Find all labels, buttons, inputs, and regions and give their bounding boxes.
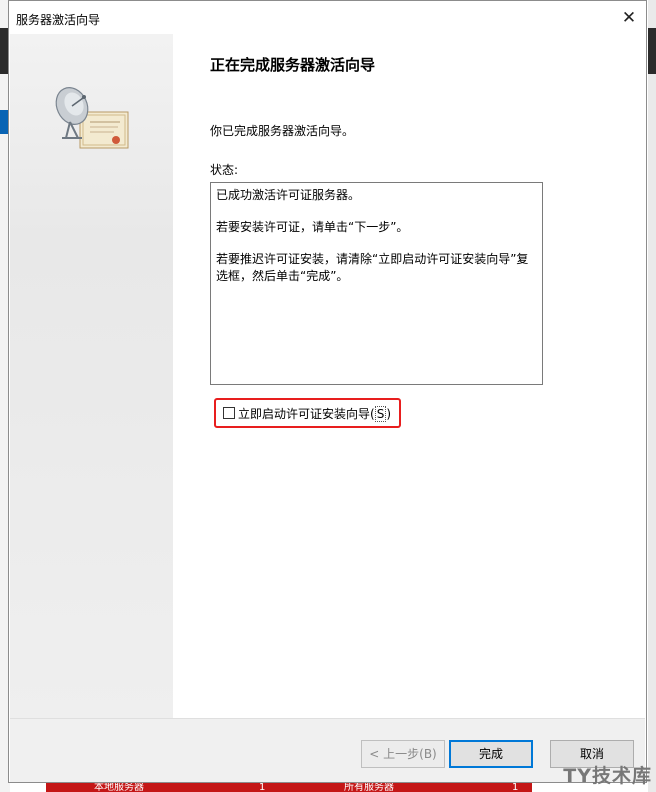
activation-wizard-dialog: 服务器激活向导 ✕ 正在完成服务器激活向导 你已完成服务器激活向导。 状态: 已… — [8, 0, 647, 783]
button-bar: < 上一步(B) 完成 取消 — [10, 718, 645, 782]
status-line: 已成功激活许可证服务器。 — [216, 188, 361, 202]
finish-button[interactable]: 完成 — [449, 740, 533, 768]
background-app-right — [648, 0, 656, 792]
start-license-install-label[interactable]: 立即启动许可证安装向导(S) — [238, 405, 391, 422]
window-title: 服务器激活向导 — [16, 13, 101, 27]
back-button[interactable]: < 上一步(B) — [361, 740, 445, 768]
page-heading: 正在完成服务器激活向导 — [210, 56, 376, 74]
status-line: 若要安装许可证，请单击“下一步”。 — [216, 220, 409, 234]
title-bar: 服务器激活向导 ✕ — [9, 1, 646, 34]
close-icon[interactable]: ✕ — [618, 7, 640, 29]
server-tiles-strip: 本地服务器 1 所有服务器 1 — [46, 783, 532, 792]
background-header-right — [648, 28, 656, 74]
status-textbox[interactable]: 已成功激活许可证服务器。 若要安装许可证，请单击“下一步”。 若要推迟许可证安装… — [210, 182, 543, 385]
wizard-side-panel — [10, 34, 173, 720]
start-license-install-checkbox[interactable] — [223, 407, 235, 419]
intro-text: 你已完成服务器激活向导。 — [210, 124, 355, 138]
start-license-install-option[interactable]: 立即启动许可证安装向导(S) — [223, 405, 391, 422]
all-servers-tile-label[interactable]: 所有服务器 — [344, 783, 394, 792]
satellite-dish-certificate-icon — [55, 87, 129, 149]
all-servers-tile-count: 1 — [512, 783, 519, 792]
status-label: 状态: — [210, 163, 239, 177]
local-server-tile-label[interactable]: 本地服务器 — [94, 783, 144, 792]
status-line: 若要推迟许可证安装，请清除“立即启动许可证安装向导”复选框，然后单击“完成”。 — [216, 252, 529, 283]
watermark: TY技术库 — [563, 765, 652, 787]
local-server-tile-count: 1 — [259, 783, 266, 792]
